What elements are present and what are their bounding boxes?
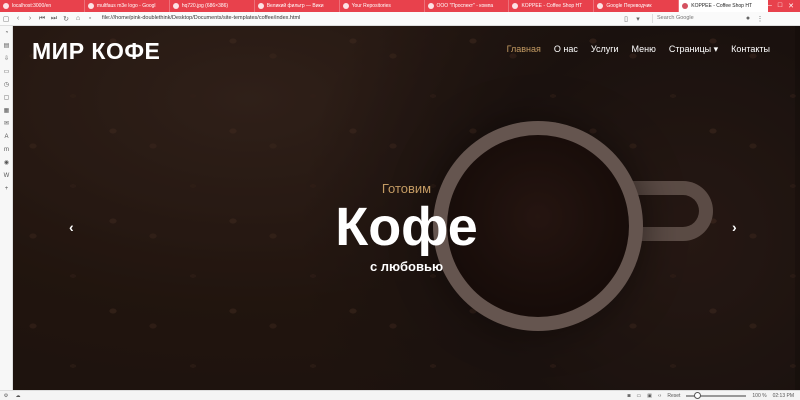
- scrollbar[interactable]: [795, 26, 800, 390]
- nav-home[interactable]: Главная: [507, 44, 541, 55]
- browser-tab[interactable]: Your Repositories: [340, 0, 425, 12]
- browser-tab[interactable]: hq720.jpg (686×386): [170, 0, 255, 12]
- mastodon-icon[interactable]: m: [0, 143, 13, 156]
- status-bar: ⚙ ☁ ◙ ▭ ▣ ‹› Reset 100 % 02:13 PM: [0, 390, 800, 400]
- back-icon[interactable]: ‹: [12, 15, 24, 22]
- bookmarks-icon[interactable]: ▤: [0, 39, 13, 52]
- zoom-level: 100 %: [752, 392, 767, 399]
- carousel-next-icon[interactable]: ›: [732, 219, 737, 235]
- tab-label: hq720.jpg (686×386): [181, 3, 229, 9]
- github-icon: [342, 3, 349, 9]
- wikipedia-icon[interactable]: W: [0, 169, 13, 182]
- browser-tab[interactable]: Великий фильтр — Вики: [255, 0, 340, 12]
- hero-tagline: с любовью: [369, 259, 444, 274]
- browser-tab[interactable]: localhost:3000/en: [0, 0, 85, 12]
- site-nav: Главная О нас Услуги Меню Страницы ▾ Кон…: [507, 44, 770, 55]
- search-field[interactable]: Search Google: [652, 14, 742, 23]
- browser-sidebar: ◔ ▤ ⇩ ▭ ◷ ▢ ▦ ✉ A m ◉ W +: [0, 26, 13, 390]
- history-icon[interactable]: ◷: [0, 78, 13, 91]
- zoom-slider[interactable]: [686, 391, 747, 399]
- nav-contacts[interactable]: Контакты: [731, 44, 770, 55]
- nav-menu[interactable]: Меню: [632, 44, 656, 55]
- browser-tab[interactable]: Google Переводчик: [594, 0, 680, 12]
- home-icon[interactable]: ⌂: [72, 15, 84, 22]
- tab-label: Your Repositories: [351, 3, 391, 9]
- tab-label: multfaus m3e logo - Googl: [96, 3, 156, 9]
- tile-icon[interactable]: ▭: [637, 393, 642, 399]
- sync-icon[interactable]: ☁: [12, 393, 24, 399]
- favicon-icon: [512, 3, 519, 9]
- translate-icon: [597, 3, 604, 9]
- favicon-icon: [3, 3, 9, 9]
- tab-label: Великий фильтр — Вики: [266, 3, 324, 9]
- bookmark-icon[interactable]: ▯: [620, 15, 632, 23]
- window-icon[interactable]: ▢: [0, 91, 13, 104]
- zoom-reset-label[interactable]: Reset: [667, 393, 680, 399]
- browser-tab-active[interactable]: KOPPEE - Coffee Shop HT: [679, 0, 768, 12]
- nav-services[interactable]: Услуги: [591, 44, 619, 55]
- tab-label: Google Переводчик: [606, 3, 652, 9]
- mail-icon[interactable]: ✉: [0, 117, 13, 130]
- rewind-icon[interactable]: ⏮: [36, 15, 48, 23]
- tab-label: KOPPEE - Coffee Shop HT: [521, 3, 583, 9]
- favicon-icon: [87, 3, 94, 9]
- sidebar-toggle-icon[interactable]: ▢: [0, 15, 12, 23]
- calendar-icon[interactable]: ▦: [0, 104, 13, 117]
- browser-tab[interactable]: KOPPEE - Coffee Shop HT: [509, 0, 595, 12]
- file-icon: ▫: [88, 15, 92, 22]
- carousel-prev-icon[interactable]: ‹: [69, 219, 74, 235]
- browser-tab[interactable]: ООО "Проспект" - компа: [425, 0, 510, 12]
- reload-icon[interactable]: ↻: [60, 15, 72, 23]
- fast-forward-icon[interactable]: ⏭: [48, 15, 60, 23]
- settings-icon[interactable]: ⚙: [0, 393, 12, 399]
- favicon-icon: [257, 3, 264, 9]
- url-field[interactable]: file:///home/pink-doublethink/Desktop/Do…: [100, 14, 620, 23]
- forward-icon[interactable]: ›: [24, 15, 36, 22]
- favicon-icon: [172, 3, 179, 9]
- profile-icon[interactable]: ●: [742, 15, 754, 22]
- browser-tab[interactable]: multfaus m3e logo - Googl: [85, 0, 170, 12]
- hero-subheading: Готовим: [381, 181, 432, 196]
- favicon-icon: [427, 3, 434, 9]
- menu-icon[interactable]: ⋮: [754, 15, 766, 23]
- translate-icon[interactable]: A: [0, 130, 13, 143]
- camera-icon[interactable]: ◙: [628, 393, 631, 399]
- downloads-icon[interactable]: ⇩: [0, 52, 13, 65]
- minimize-icon[interactable]: –: [768, 2, 772, 10]
- close-icon[interactable]: ✕: [788, 2, 794, 10]
- nav-pages-dropdown[interactable]: Страницы ▾: [669, 44, 718, 55]
- hero-title: Кофе: [335, 197, 478, 257]
- add-panel-icon[interactable]: +: [0, 182, 13, 195]
- address-bar: ▢ ‹ › ⏮ ⏭ ↻ ⌂ ▫ file:///home/pink-double…: [0, 12, 800, 26]
- tab-label: KOPPEE - Coffee Shop HT: [691, 3, 753, 9]
- tab-label: ООО "Проспект" - компа: [436, 3, 494, 9]
- maximize-icon[interactable]: □: [778, 2, 782, 10]
- favicon-icon: [682, 3, 689, 9]
- notes-icon[interactable]: ▭: [0, 65, 13, 78]
- site-logo[interactable]: МИР КОФЕ: [32, 38, 160, 65]
- tab-label: localhost:3000/en: [12, 3, 52, 9]
- speed-dial-icon[interactable]: ◔: [0, 26, 13, 39]
- vivaldi-icon[interactable]: ◉: [0, 156, 13, 169]
- dropdown-icon[interactable]: ▾: [632, 15, 644, 23]
- tab-bar: localhost:3000/en multfaus m3e logo - Go…: [0, 0, 800, 12]
- web-page: МИР КОФЕ Главная О нас Услуги Меню Стран…: [13, 26, 800, 390]
- image-icon[interactable]: ▣: [647, 393, 652, 399]
- clock: 02:13 PM: [772, 392, 794, 399]
- nav-about[interactable]: О нас: [554, 44, 578, 55]
- page-actions-icon[interactable]: ‹›: [658, 393, 661, 399]
